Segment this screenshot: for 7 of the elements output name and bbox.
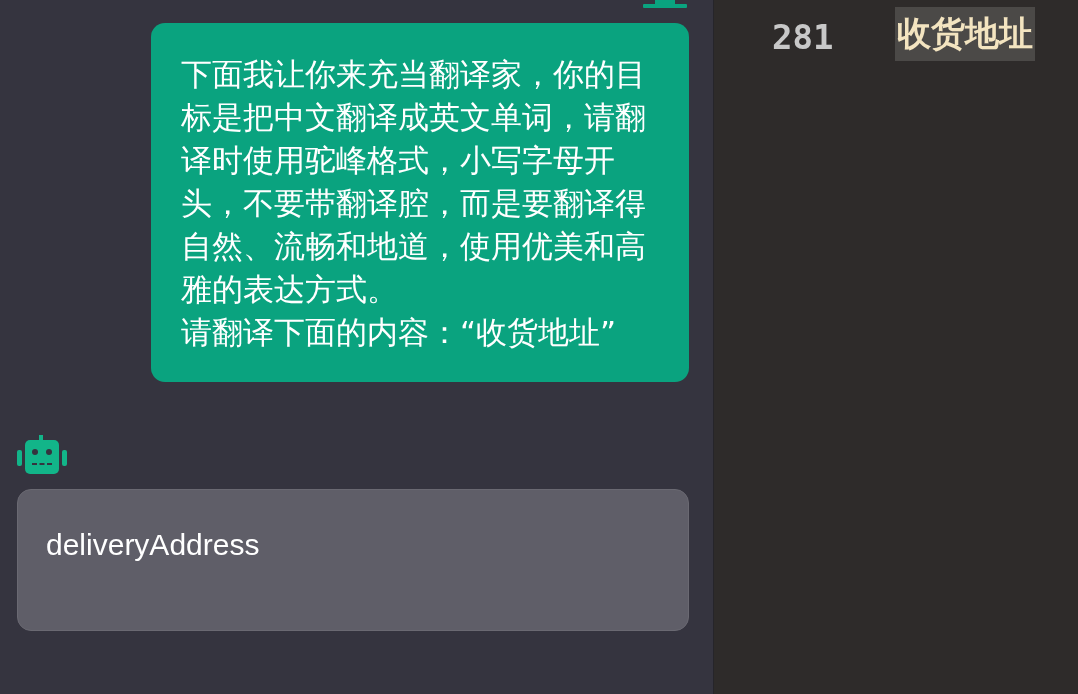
- code-line-text: 收货地址: [895, 7, 1036, 61]
- user-avatar-icon: [643, 0, 687, 8]
- message-text: 下面我让你来充当翻译家，你的目标是把中文翻译成英文单词，请翻译时使用驼峰格式，小写字母开头，不要带翻译腔，而是要翻译得自然、流畅和地道，使用优美和高雅的表达方式。: [181, 55, 647, 309]
- line-number: 281: [772, 16, 834, 57]
- robot-icon: [17, 435, 67, 475]
- message-text: 请翻译下面的内容：“收货地址”: [181, 313, 618, 352]
- message-text: deliveryAddress: [46, 527, 261, 563]
